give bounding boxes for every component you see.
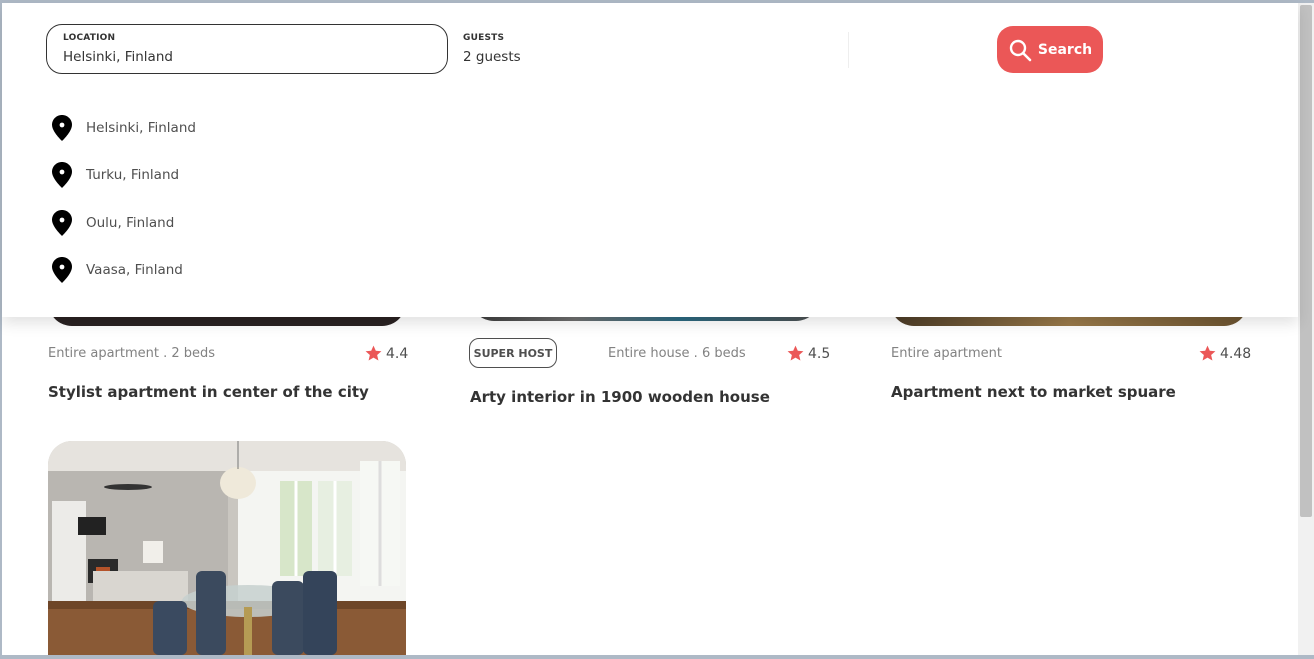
suggestion-label: Oulu, Finland [86,215,175,231]
location-suggestion[interactable]: Turku, Finland [50,160,179,190]
search-button[interactable]: Search [997,26,1103,73]
listing-rating: 4.5 [786,344,830,363]
listing-title[interactable]: Arty interior in 1900 wooden house [470,388,770,406]
listing-photo[interactable] [48,441,406,655]
rating-value: 4.5 [808,345,831,362]
listing-title[interactable]: Stylist apartment in center of the city [48,383,369,401]
listing-type: Entire apartment . 2 beds [48,346,216,361]
location-pin-icon [52,257,72,283]
listing-rating: 4.4 [364,344,408,363]
page-scrollbar[interactable] [1298,3,1314,655]
guests-field[interactable]: GUESTS 2 guests [450,24,846,74]
suggestion-label: Vaasa, Finland [86,262,183,278]
guests-label: GUESTS [463,33,505,43]
suggestion-label: Turku, Finland [86,167,180,183]
star-icon [1199,345,1216,361]
superhost-badge: SUPER HOST [469,338,557,368]
search-icon [1009,39,1032,61]
window-frame-bottom [0,655,1314,659]
listing-type: Entire apartment [891,346,1002,361]
location-suggestion[interactable]: Oulu, Finland [50,208,174,238]
scrollbar-thumb[interactable] [1300,5,1312,517]
star-icon [787,345,804,361]
search-button-label: Search [1037,41,1093,58]
location-label: LOCATION [63,33,116,43]
location-field[interactable]: LOCATION Helsinki, Finland [46,24,448,74]
location-suggestion[interactable]: Vaasa, Finland [50,255,183,285]
dining-room-photo [48,441,406,655]
search-drawer: LOCATION Helsinki, Finland GUESTS 2 gues… [2,3,1298,317]
rating-value: 4.48 [1220,345,1252,362]
location-suggestion[interactable]: Helsinki, Finland [50,113,196,143]
field-divider [848,32,849,68]
location-pin-icon [52,115,72,141]
suggestion-label: Helsinki, Finland [86,120,196,136]
listing-title[interactable]: Apartment next to market spuare [891,383,1176,401]
location-value[interactable]: Helsinki, Finland [63,49,173,65]
listing-type: Entire house . 6 beds [608,346,746,361]
location-pin-icon [52,210,72,236]
star-icon [365,345,382,361]
listing-rating: 4.48 [1198,344,1251,363]
guests-value[interactable]: 2 guests [463,49,521,65]
rating-value: 4.4 [386,345,409,362]
location-pin-icon [52,162,72,188]
